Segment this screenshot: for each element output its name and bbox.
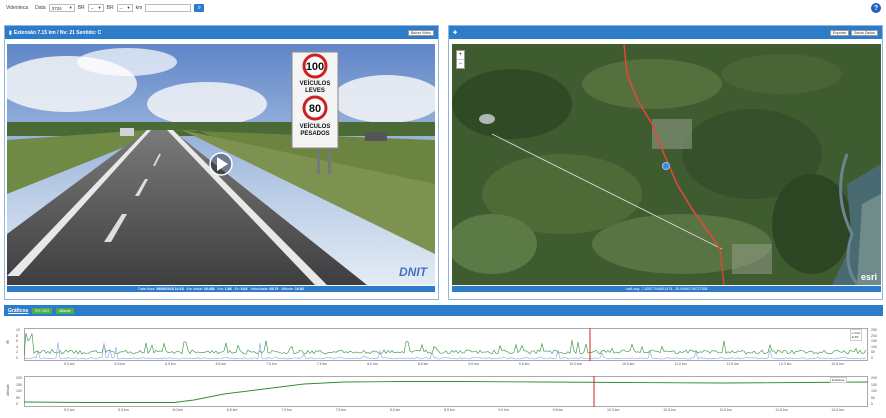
info-velocidade: Velocidade: 65.79 [250, 287, 279, 291]
help-button[interactable]: ? [871, 3, 881, 13]
search-button[interactable]: ⌕ [194, 4, 205, 12]
zoom-in-button[interactable]: + [457, 51, 464, 60]
iri-xtick: 11.0 km [674, 362, 687, 366]
altitude-xtick: 6.0 km [172, 408, 184, 412]
video-panel-header: ▮ Extensão 7.15 km / Nv: 21 Sentido: C B… [5, 26, 438, 39]
satellite-map[interactable]: esri + − [452, 44, 881, 285]
iri-xtick: 6.5 km [215, 362, 227, 366]
sign-bottom-value: 80 [309, 103, 321, 115]
iri-xtick: 11.5 km [726, 362, 739, 366]
altitude-xtick: 10.0 km [606, 408, 620, 412]
altitude-xtick: 9.5 km [552, 408, 564, 412]
iri-right-ticks: 250 200 150 100 50 0 [871, 328, 877, 360]
road-scene: 100 VEÍCULOS LEVES 80 VEÍCULOS PESADOS D… [7, 44, 435, 285]
iri-xtick: 7.0 km [266, 362, 277, 366]
altitude-ylabel: Altitude [5, 384, 10, 396]
iri-yticks: 10 8 6 4 2 0 [16, 328, 20, 360]
km-input[interactable] [145, 4, 192, 12]
altitude-right-ticks: 200 150 100 50 0 [871, 376, 877, 406]
km-label: km [135, 5, 143, 11]
toolbar: Videoteca Data 3734 ▾ BR -- ▾ BR -- ▾ km ⌕ [0, 0, 886, 16]
altitude-xtick: 10.5 km [663, 408, 676, 412]
iri-chart: IRI 10 8 6 4 2 0 ■ IGG ■ IRI 250 200 150 100 50 0 … [4, 320, 883, 368]
map-coords-bar: Lat/Long: -7.82677046511575, -35.0966170… [452, 286, 881, 292]
altitude-legend: ■ Altitude [830, 377, 847, 383]
altitude-xtick: 5.5 km [118, 408, 129, 412]
info-altitude: Altitude: 16.88 [281, 287, 304, 291]
iri-xtick: 8.5 km [417, 362, 429, 366]
altitude-xticks: 5.0 km 5.5 km 6.0 km 6.5 km 7.0 km 7.5 km 8.0 … [64, 408, 844, 412]
uf-select[interactable]: -- ▾ [116, 4, 133, 12]
zoom-out-button[interactable]: − [457, 60, 464, 68]
iri-plot[interactable] [24, 328, 868, 361]
iri-xtick: 10.5 km [621, 362, 635, 366]
altitude-plot[interactable] [24, 376, 868, 407]
iri-xtick: 12.5 km [831, 362, 844, 366]
iri-xtick: 5.5 km [114, 362, 126, 366]
charts-header: Gráficos IRI / IGG Altitude [4, 305, 883, 316]
altitude-xtick: 7.5 km [335, 408, 346, 412]
charts-title: Gráficos [8, 307, 29, 314]
info-ex: Ex: 5.64 [234, 287, 248, 291]
iri-xtick: 9.5 km [518, 362, 530, 366]
iri-ylabel: IRI [6, 339, 11, 345]
altitude-xtick: 12.0 km [831, 408, 844, 412]
info-datetime: Data Hora: 26/06/2018 14:15 [138, 287, 184, 291]
date-select[interactable]: 3734 ▾ [48, 4, 75, 12]
search-icon: ⌕ [197, 4, 201, 11]
video-frame[interactable]: 100 VEÍCULOS LEVES 80 VEÍCULOS PESADOS D… [7, 44, 435, 285]
altitude-xtick: 9.0 km [498, 408, 509, 412]
iri-xtick: 9.0 km [468, 362, 479, 366]
map-panel-header: ✚ Exportar Salvar Dados [449, 26, 882, 39]
position-marker [662, 162, 670, 170]
video-panel-title: Extensão 7.15 km / Nv: 21 Sentido: C [13, 29, 102, 36]
iri-igg-button[interactable]: IRI / IGG [32, 307, 53, 314]
sign-top-label1: VEÍCULOS [300, 79, 331, 87]
altitude-chart: Altitude 200 150 100 50 0 ■ Altitude 200 150 1… [4, 372, 883, 416]
sign-bottom-label1: VEÍCULOS [300, 122, 331, 130]
question-icon: ? [873, 4, 879, 12]
br-label-2: BR [106, 5, 114, 11]
info-km-inicial: Km Inicial: 16.488 [186, 287, 215, 291]
toolbar-label: Videoteca [6, 5, 29, 11]
save-data-button[interactable]: Salvar Dados [850, 29, 878, 36]
altitude-xtick: 5.0 km [64, 408, 75, 412]
iri-xticks: 5.0 km 5.5 km 6.0 km 6.5 km 7.0 km 7.5 km 8.0 … [64, 362, 844, 366]
iri-xtick: 7.5 km [316, 362, 328, 366]
legend-iri: ■ IRI [852, 335, 859, 339]
video-info-bar: Data Hora: 26/06/2018 14:15 Km Inicial: … [7, 286, 435, 292]
video-icon: ▮ [9, 29, 12, 36]
iri-xtick: 8.0 km [367, 362, 378, 366]
date-label: Data [35, 5, 46, 11]
altitude-yticks: 200 150 100 50 0 [16, 376, 22, 406]
altitude-xtick: 7.0 km [281, 408, 292, 412]
iri-xtick: 12.0 km [778, 362, 792, 366]
br-label: BR [77, 5, 85, 11]
export-button[interactable]: Exportar [829, 29, 849, 36]
sign-top-label2: LEVES [305, 88, 325, 94]
map-coords: Lat/Long: -7.82677046511575, -35.0966170… [625, 287, 708, 291]
esri-logo: esri [861, 272, 877, 282]
br-select[interactable]: -- ▾ [87, 4, 104, 12]
sign-bottom-label2: PESADOS [300, 131, 329, 137]
sign-top-value: 100 [306, 61, 324, 73]
dnit-watermark: DNIT [399, 265, 429, 279]
iri-xtick: 10.0 km [569, 362, 582, 366]
iri-xtick: 6.0 km [165, 362, 176, 366]
altitude-xtick: 11.0 km [719, 408, 732, 412]
iri-xtick: 5.0 km [64, 362, 75, 366]
altitude-xtick: 8.0 km [389, 408, 401, 412]
altitude-xtick: 11.5 km [775, 408, 788, 412]
altitude-xtick: 8.5 km [444, 408, 455, 412]
info-km: Km: 1.86 [217, 287, 232, 291]
gear-icon[interactable]: ✚ [453, 30, 457, 36]
download-video-button[interactable]: Baixar Vídeo [407, 29, 434, 36]
altitude-xtick: 6.5 km [226, 408, 238, 412]
map-canvas: esri [452, 44, 881, 285]
altitude-button[interactable]: Altitude [56, 307, 74, 314]
iri-legend: ■ IGG ■ IRI [850, 329, 863, 341]
zoom-controls: + − [456, 50, 465, 69]
